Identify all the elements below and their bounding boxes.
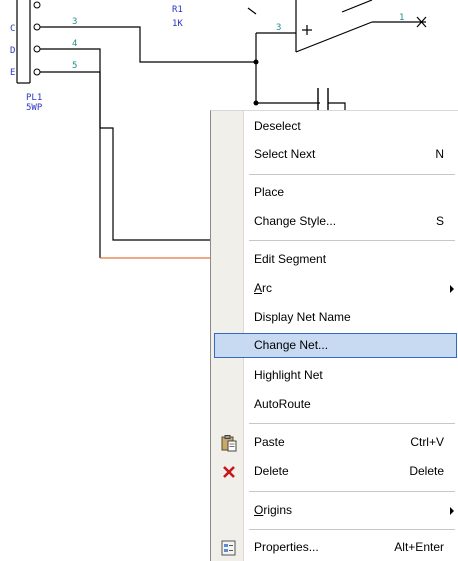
- menu-item-label: Delete: [254, 464, 289, 478]
- menu-item-label: Select Next: [254, 147, 316, 161]
- menu-item-shortcut: Alt+Enter: [394, 540, 444, 554]
- chevron-right-icon: [450, 285, 454, 293]
- opamp-pin-out: 1: [399, 13, 404, 23]
- menu-item-shortcut: Delete: [409, 464, 444, 478]
- clipboard-icon: [221, 435, 237, 452]
- menu-item-label: Paste: [254, 435, 285, 449]
- menu-item-label-rest: rc: [262, 281, 273, 295]
- menu-item-change-net[interactable]: Change Net...: [214, 333, 457, 358]
- menu-item-edit-segment[interactable]: Edit Segment: [214, 247, 457, 272]
- menu-item-origins[interactable]: Origins: [214, 498, 457, 523]
- menu-item-label: AutoRoute: [254, 397, 311, 411]
- pin-label-d: D: [10, 46, 15, 56]
- pin-number-5: 5: [72, 61, 77, 71]
- connector-type: 5WP: [26, 103, 43, 113]
- menu-item-place[interactable]: Place: [214, 180, 457, 205]
- menu-item-label: Origins: [254, 503, 292, 517]
- chevron-right-icon: [450, 507, 454, 515]
- menu-item-label-rest: rigins: [263, 503, 293, 517]
- opamp[interactable]: [247, 0, 427, 53]
- menu-item-properties[interactable]: Properties... Alt+Enter: [214, 535, 457, 560]
- menu-item-display-net-name[interactable]: Display Net Name: [214, 305, 457, 330]
- menu-item-paste[interactable]: Paste Ctrl+V: [214, 430, 457, 455]
- menu-item-delete[interactable]: Delete Delete: [214, 459, 457, 484]
- menu-separator: [249, 174, 455, 175]
- menu-item-autoroute[interactable]: AutoRoute: [214, 392, 457, 417]
- menu-item-label: Highlight Net: [254, 368, 323, 382]
- connector-ref: PL1: [26, 93, 42, 103]
- junction-dot: [253, 59, 259, 65]
- menu-item-label: Edit Segment: [254, 252, 327, 266]
- resistor-value: 1K: [172, 19, 183, 29]
- menu-separator: [249, 423, 455, 424]
- context-menu: Deselect Select Next N Place Change Styl…: [210, 110, 458, 561]
- junction-dot: [253, 100, 259, 106]
- menu-item-arc[interactable]: Arc: [214, 276, 457, 301]
- menu-separator: [249, 491, 455, 492]
- connector-pl1[interactable]: [16, 0, 41, 84]
- capacitor[interactable]: [317, 88, 329, 112]
- menu-item-label: Arc: [254, 281, 272, 295]
- menu-item-shortcut: S: [435, 214, 444, 228]
- pin-label-c: C: [10, 24, 15, 34]
- menu-item-label: Change Style...: [254, 214, 337, 228]
- pin-label-e: E: [10, 68, 15, 78]
- menu-item-change-style[interactable]: Change Style... S: [214, 209, 457, 234]
- menu-item-select-next[interactable]: Select Next N: [214, 142, 457, 167]
- menu-item-accel-char: A: [254, 281, 263, 295]
- pin-number-3: 3: [72, 17, 77, 27]
- menu-separator: [249, 529, 455, 530]
- menu-item-label: Display Net Name: [254, 310, 351, 324]
- menu-item-label: Properties...: [254, 540, 319, 554]
- menu-separator: [249, 240, 455, 241]
- menu-item-highlight-net[interactable]: Highlight Net: [214, 363, 457, 388]
- menu-item-label: Place: [254, 185, 285, 199]
- menu-item-deselect[interactable]: Deselect: [214, 114, 457, 139]
- menu-item-shortcut: N: [435, 147, 444, 161]
- red-x-icon: [223, 466, 235, 478]
- menu-item-label: Deselect: [254, 119, 301, 133]
- menu-item-shortcut: Ctrl+V: [410, 435, 444, 449]
- resistor-ref: R1: [172, 5, 183, 15]
- menu-item-label: Change Net...: [254, 338, 329, 352]
- menu-item-accel-char: O: [254, 503, 264, 517]
- opamp-pin-in: 3: [276, 23, 281, 33]
- pin-number-4: 4: [72, 39, 77, 49]
- properties-icon: [221, 540, 236, 556]
